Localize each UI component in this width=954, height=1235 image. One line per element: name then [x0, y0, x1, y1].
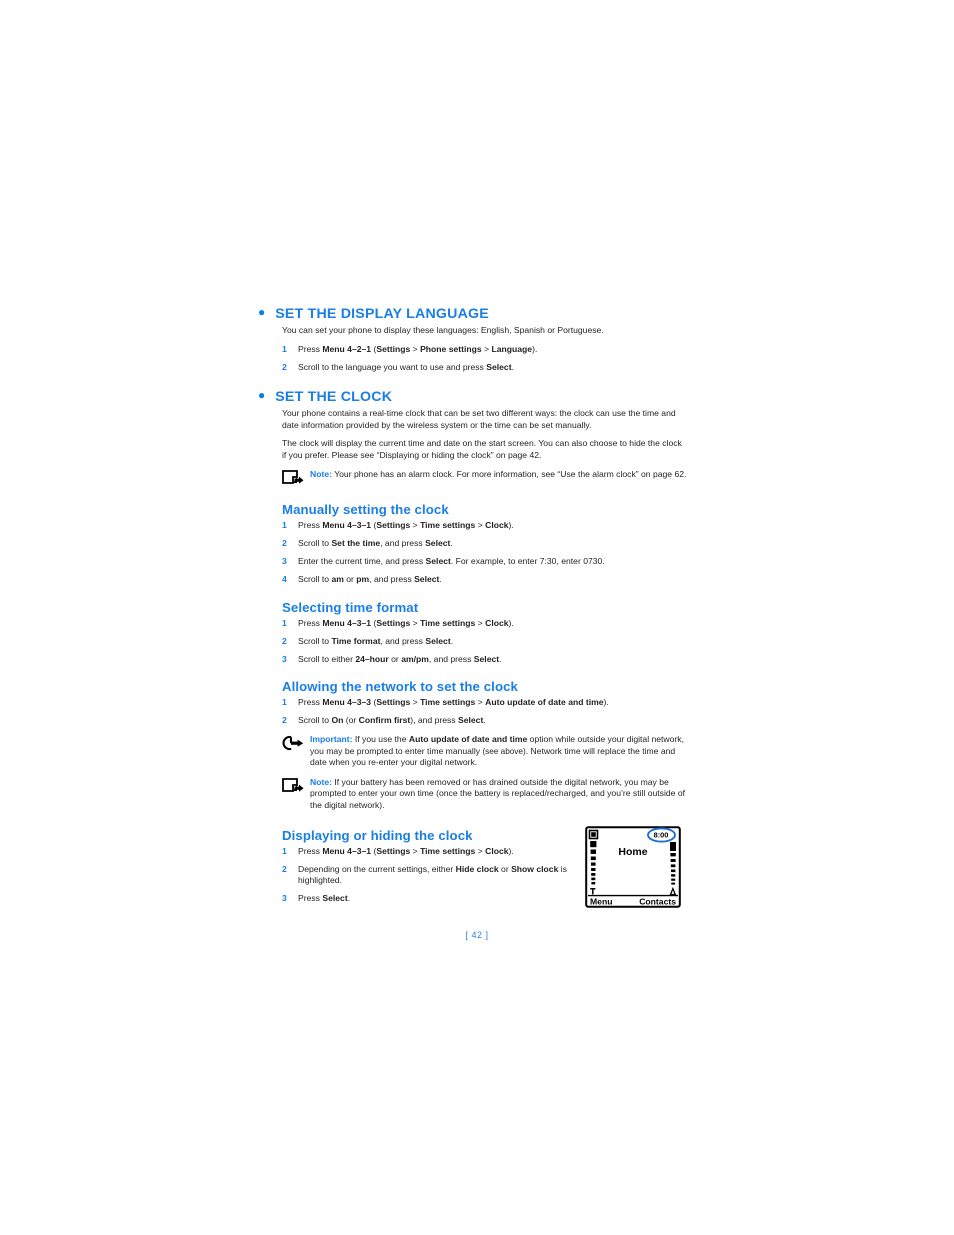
step-text: Scroll to the language you want to use a… [298, 361, 514, 372]
section-heading-set-the-display-language: ● SET THE DISPLAY LANGUAGE [258, 306, 688, 322]
step-item: 1 Press Menu 4–2–1 (Settings > Phone set… [282, 344, 688, 356]
step-text: Depending on the current settings, eithe… [298, 863, 567, 886]
step-text: Scroll to Set the time, and press Select… [298, 537, 453, 548]
step-text: Press Menu 4–3–3 (Settings > Time settin… [298, 697, 609, 708]
step-item: 1 Press Menu 4–3–1 (Settings > Time sett… [282, 846, 582, 858]
bullet-icon: ● [258, 305, 266, 319]
step-item: 2 Scroll to Time format, and press Selec… [282, 636, 688, 648]
step-item: 3 Enter the current time, and press Sele… [282, 556, 688, 568]
step-text: Press Select. [298, 893, 351, 904]
step-number: 1 [282, 845, 287, 856]
step-item: 2 Depending on the current settings, eit… [282, 864, 582, 887]
step-text: Scroll to either 24–hour or am/pm, and p… [298, 653, 502, 664]
note-label: Note: [310, 776, 332, 787]
steps-list-time-format: 1 Press Menu 4–3–1 (Settings > Time sett… [282, 618, 688, 666]
important-label: Important: [310, 734, 353, 744]
step-text: Scroll to Time format, and press Select. [298, 635, 454, 646]
step-text: Scroll to On (or Confirm first), and pre… [298, 715, 486, 726]
step-number: 1 [282, 697, 287, 708]
note-label: Note: [310, 468, 332, 479]
note-text: Note: If your battery has been removed o… [310, 776, 685, 810]
subsection-title-allowing-network-set-clock: Allowing the network to set the clock [282, 679, 518, 695]
step-number: 2 [282, 715, 287, 726]
step-number: 4 [282, 573, 287, 584]
section-paragraph-2: The clock will display the current time … [282, 438, 682, 461]
section-title: SET THE DISPLAY LANGUAGE [275, 306, 489, 322]
document-page: ● SET THE DISPLAY LANGUAGE You can set y… [0, 0, 954, 1235]
section-intro-paragraph: You can set your phone to display these … [282, 325, 604, 335]
note-text: Note: Your phone has an alarm clock. For… [310, 468, 687, 479]
important-text: Important: If you use the Auto update of… [310, 734, 684, 768]
subsection-title-selecting-time-format: Selecting time format [282, 599, 419, 615]
phone-left-softkey: Menu [590, 897, 612, 907]
step-item: 3 Scroll to either 24–hour or am/pm, and… [282, 654, 688, 666]
page-number: [ 42 ] [465, 930, 489, 940]
phone-right-softkey: Contacts [639, 897, 676, 907]
step-number: 1 [282, 519, 287, 530]
page-content: ● SET THE DISPLAY LANGUAGE You can set y… [258, 306, 688, 911]
step-number: 3 [282, 653, 287, 664]
steps-list-display-hide-clock: 1 Press Menu 4–3–1 (Settings > Time sett… [282, 846, 582, 905]
step-text: Press Menu 4–3–1 (Settings > Time settin… [298, 845, 514, 856]
note-icon [282, 469, 310, 488]
section-heading-set-the-clock: ● SET THE CLOCK [258, 389, 688, 405]
steps-list-network-clock: 1 Press Menu 4–3–3 (Settings > Time sett… [282, 697, 688, 727]
step-text: Press Menu 4–3–1 (Settings > Time settin… [298, 617, 514, 628]
step-number: 2 [282, 635, 287, 646]
step-item: 1 Press Menu 4–3–3 (Settings > Time sett… [282, 697, 688, 709]
step-number: 1 [282, 617, 287, 628]
step-item: 1 Press Menu 4–3–1 (Settings > Time sett… [282, 618, 688, 630]
step-item: 2 Scroll to Set the time, and press Sele… [282, 538, 688, 550]
phone-clock-text: 8:00 [654, 831, 669, 840]
section-title: SET THE CLOCK [275, 389, 393, 406]
step-text: Press Menu 4–2–1 (Settings > Phone setti… [298, 343, 538, 354]
steps-list-display-language: 1 Press Menu 4–2–1 (Settings > Phone set… [282, 344, 688, 374]
section-paragraph-1: Your phone contains a real-time clock th… [282, 408, 676, 430]
phone-home-text: Home [618, 846, 647, 858]
phone-screen-illustration: 8:00 Home Menu Contacts [585, 826, 681, 908]
step-item: 2 Scroll to the language you want to use… [282, 362, 688, 374]
note-callout-alarm-clock: Note: Your phone has an alarm clock. For… [282, 469, 688, 488]
step-number: 2 [282, 361, 287, 372]
step-number: 1 [282, 343, 287, 354]
step-text: Press Menu 4–3–1 (Settings > Time settin… [298, 519, 514, 530]
step-item: 1 Press Menu 4–3–1 (Settings > Time sett… [282, 520, 688, 532]
important-icon [282, 735, 310, 753]
step-number: 2 [282, 537, 287, 548]
steps-list-manual-clock: 1 Press Menu 4–3–1 (Settings > Time sett… [282, 520, 688, 586]
note-icon [282, 777, 310, 796]
subsection-title-manually-setting-the-clock: Manually setting the clock [282, 501, 449, 517]
bullet-icon: ● [258, 388, 266, 403]
step-number: 2 [282, 863, 287, 874]
step-item: 2 Scroll to On (or Confirm first), and p… [282, 715, 688, 727]
step-item: 3 Press Select. [282, 893, 582, 905]
step-item: 4 Scroll to am or pm, and press Select. [282, 574, 688, 586]
step-text: Enter the current time, and press Select… [298, 555, 605, 566]
step-number: 3 [282, 555, 287, 566]
important-callout-auto-update: Important: If you use the Auto update of… [282, 734, 688, 769]
step-number: 3 [282, 893, 287, 904]
step-text: Scroll to am or pm, and press Select. [298, 573, 442, 584]
note-callout-battery: Note: If your battery has been removed o… [282, 777, 688, 812]
